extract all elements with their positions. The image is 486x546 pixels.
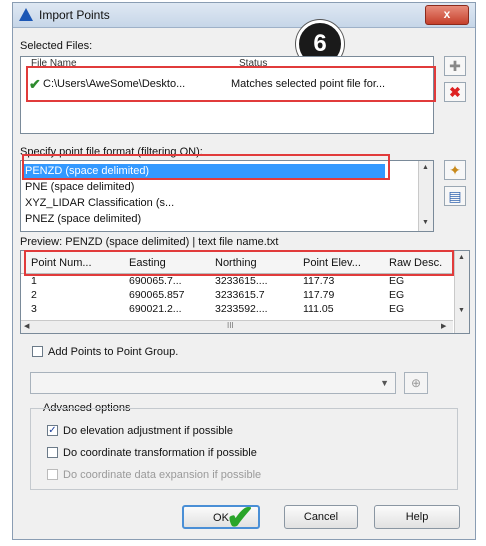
- help-button[interactable]: Help: [374, 505, 460, 529]
- selected-files-label: Selected Files:: [20, 40, 93, 52]
- manage-formats-button[interactable]: ✦: [444, 160, 466, 180]
- format-item-pne[interactable]: PNE (space delimited): [25, 180, 134, 194]
- coordinate-expansion-label: Do coordinate data expansion if possible: [63, 469, 262, 481]
- highlight-preview-header: [24, 250, 454, 276]
- dialog-title: Import Points: [39, 8, 110, 22]
- preview-row[interactable]: 1 690065.7... 3233615.... 117.73 EG: [21, 275, 453, 287]
- coordinate-expansion-checkbox[interactable]: [47, 469, 58, 480]
- advanced-options-group: ✓ Do elevation adjustment if possible Do…: [30, 408, 458, 490]
- confirm-check-icon: ✔: [226, 499, 255, 537]
- cell-easting: 690021.2...: [129, 303, 182, 315]
- elevation-adjustment-label: Do elevation adjustment if possible: [63, 425, 233, 437]
- add-to-group-label: Add Points to Point Group.: [48, 346, 179, 358]
- add-file-button[interactable]: ✚: [444, 56, 466, 76]
- app-icon: [19, 8, 33, 21]
- scroll-up-icon[interactable]: ▲: [458, 254, 465, 261]
- coordinate-transformation-label: Do coordinate transformation if possible: [63, 447, 257, 459]
- format-list-scrollbar[interactable]: ▲ ▼: [418, 161, 433, 231]
- preview-row[interactable]: 2 690065.857 3233615.7 117.79 EG: [21, 289, 453, 301]
- cell-raw-desc: EG: [389, 289, 405, 301]
- highlight-selected-format: [22, 154, 390, 180]
- coordinate-transformation-checkbox[interactable]: [47, 447, 58, 458]
- title-bar: Import Points x: [13, 3, 475, 28]
- format-options-button[interactable]: ▤: [444, 186, 466, 206]
- cell-elevation: 117.73: [303, 275, 335, 287]
- cell-point-number: 1: [31, 275, 37, 287]
- cell-elevation: 117.79: [303, 289, 335, 301]
- scroll-thumb-grip[interactable]: III: [227, 321, 234, 330]
- scroll-down-icon[interactable]: ▼: [422, 219, 429, 226]
- preview-label: Preview: PENZD (space delimited) | text …: [20, 236, 279, 248]
- preview-row[interactable]: 3 690021.2... 3233592.... 111.05 EG: [21, 303, 453, 315]
- close-button[interactable]: x: [425, 5, 469, 25]
- scroll-down-icon[interactable]: ▼: [458, 307, 465, 314]
- preview-vertical-scrollbar[interactable]: ▲ ▼: [454, 251, 469, 333]
- format-item-pnez[interactable]: PNEZ (space delimited): [25, 212, 141, 226]
- cell-raw-desc: EG: [389, 303, 405, 315]
- create-point-group-button[interactable]: ⊕: [404, 372, 428, 394]
- cell-elevation: 111.05: [303, 303, 334, 315]
- scroll-right-icon[interactable]: ▶: [441, 322, 446, 330]
- cell-point-number: 3: [31, 303, 37, 315]
- preview-horizontal-scrollbar[interactable]: ◀ III ▶: [21, 320, 453, 333]
- remove-file-button[interactable]: ✖: [444, 82, 466, 102]
- cancel-button[interactable]: Cancel: [284, 505, 358, 529]
- cell-northing: 3233592....: [215, 303, 268, 315]
- add-to-group-checkbox[interactable]: [32, 346, 43, 357]
- scroll-up-icon[interactable]: ▲: [422, 164, 429, 171]
- chevron-down-icon: ▼: [380, 378, 389, 388]
- cell-northing: 3233615.7: [215, 289, 265, 301]
- point-group-dropdown[interactable]: ▼: [30, 372, 396, 394]
- cell-easting: 690065.857: [129, 289, 185, 301]
- cell-easting: 690065.7...: [129, 275, 182, 287]
- elevation-adjustment-checkbox[interactable]: ✓: [47, 425, 58, 436]
- scroll-left-icon[interactable]: ◀: [24, 322, 29, 330]
- cell-point-number: 2: [31, 289, 37, 301]
- cell-northing: 3233615....: [215, 275, 268, 287]
- highlight-selected-file: [26, 66, 436, 102]
- format-item-xyz-lidar[interactable]: XYZ_LIDAR Classification (s...: [25, 196, 174, 210]
- cell-raw-desc: EG: [389, 275, 405, 287]
